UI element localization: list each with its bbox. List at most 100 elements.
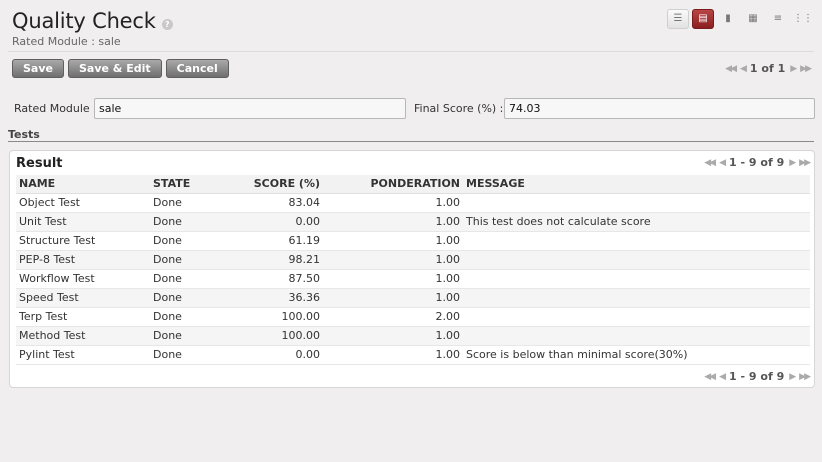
form-fields-row: Rated Module : Final Score (%) :: [0, 98, 822, 120]
list-icon: ☰: [673, 13, 683, 24]
table-row[interactable]: Unit Test Done 0.00 1.00 This test does not …: [16, 212, 810, 232]
view-switcher: ☰ ▤ ▮ ▦ ≡ ⋮⋮: [667, 9, 814, 29]
header-divider: [8, 51, 814, 52]
table-header-row: NAME STATE SCORE (%) PONDERATION MESSAGE: [16, 175, 810, 194]
page-title: Quality Check: [12, 9, 156, 33]
cell-name: Speed Test: [16, 288, 150, 308]
cell-message: [463, 307, 810, 327]
cell-state: Done: [150, 250, 214, 270]
cell-ponderation: 1.00: [323, 326, 463, 346]
kanban-view-button[interactable]: ⋮⋮: [792, 9, 814, 29]
table-row[interactable]: Terp Test Done 100.00 2.00: [16, 307, 810, 327]
rated-module-field[interactable]: [94, 98, 406, 119]
record-pager-text: 1 of 1: [749, 62, 786, 75]
prev-page-icon[interactable]: ◀: [719, 158, 726, 168]
column-header-message[interactable]: MESSAGE: [463, 175, 810, 194]
cell-state: Done: [150, 269, 214, 289]
grid-pager-bottom: ◀◀ ◀ 1 - 9 of 9 ▶ ▶▶: [704, 370, 811, 383]
table-row[interactable]: Object Test Done 83.04 1.00: [16, 193, 810, 213]
column-header-name[interactable]: NAME: [16, 175, 150, 194]
calendar-view-button[interactable]: ▦: [742, 9, 764, 29]
cell-score: 0.00: [214, 345, 323, 365]
cell-score: 36.36: [214, 288, 323, 308]
cell-state: Done: [150, 345, 214, 365]
cell-score: 0.00: [214, 212, 323, 232]
results-grid: Result ◀◀ ◀ 1 - 9 of 9 ▶ ▶▶ NAME STATE S…: [9, 150, 815, 388]
cell-message: [463, 269, 810, 289]
first-page-icon[interactable]: ◀◀: [704, 372, 716, 382]
cell-message: [463, 193, 810, 213]
grid-title: Result: [16, 156, 63, 171]
tests-section-divider: [8, 141, 814, 142]
cell-ponderation: 1.00: [323, 193, 463, 213]
cancel-button[interactable]: Cancel: [165, 59, 229, 78]
final-score-field[interactable]: [504, 98, 815, 119]
table-row[interactable]: Speed Test Done 36.36 1.00: [16, 288, 810, 308]
save-and-edit-button[interactable]: Save & Edit: [67, 59, 162, 78]
first-page-icon[interactable]: ◀◀: [725, 64, 737, 74]
next-page-icon[interactable]: ▶: [789, 372, 796, 382]
bar-chart-icon: ▮: [725, 13, 731, 24]
cell-state: Done: [150, 212, 214, 232]
cell-message: This test does not calculate score: [463, 212, 810, 232]
table-row[interactable]: Workflow Test Done 87.50 1.00: [16, 269, 810, 289]
graph-view-button[interactable]: ▮: [717, 9, 739, 29]
grid-pager-text: 1 - 9 of 9: [729, 156, 785, 169]
cell-state: Done: [150, 307, 214, 327]
cell-score: 98.21: [214, 250, 323, 270]
column-header-score[interactable]: SCORE (%): [214, 175, 323, 194]
form-toolbar: Save Save & Edit Cancel: [12, 59, 229, 78]
results-table: NAME STATE SCORE (%) PONDERATION MESSAGE…: [16, 175, 810, 365]
cell-ponderation: 1.00: [323, 250, 463, 270]
column-header-ponderation[interactable]: PONDERATION: [323, 175, 463, 194]
cell-ponderation: 1.00: [323, 345, 463, 365]
tests-section-label: Tests: [8, 128, 40, 141]
list-view-button[interactable]: ☰: [667, 9, 689, 29]
cell-ponderation: 1.00: [323, 269, 463, 289]
grid-pager-text: 1 - 9 of 9: [729, 370, 785, 383]
gantt-icon: ≡: [773, 13, 783, 24]
last-page-icon[interactable]: ▶▶: [800, 64, 812, 74]
help-icon[interactable]: ?: [161, 18, 173, 30]
page-subtitle: Rated Module : sale: [12, 35, 121, 48]
cell-message: Score is below than minimal score(30%): [463, 345, 810, 365]
table-row[interactable]: PEP-8 Test Done 98.21 1.00: [16, 250, 810, 270]
form-view-button[interactable]: ▤: [692, 9, 714, 29]
kanban-icon: ⋮⋮: [793, 13, 813, 24]
gantt-view-button[interactable]: ≡: [767, 9, 789, 29]
last-page-icon[interactable]: ▶▶: [799, 158, 811, 168]
cell-state: Done: [150, 288, 214, 308]
cell-name: Unit Test: [16, 212, 150, 232]
final-score-label: Final Score (%) :: [414, 102, 504, 115]
header: Quality Check ? Rated Module : sale: [12, 9, 173, 48]
cell-score: 87.50: [214, 269, 323, 289]
cell-name: Terp Test: [16, 307, 150, 327]
table-row[interactable]: Pylint Test Done 0.00 1.00 Score is below th…: [16, 345, 810, 365]
cell-score: 100.00: [214, 307, 323, 327]
cell-ponderation: 1.00: [323, 212, 463, 232]
prev-page-icon[interactable]: ◀: [719, 372, 726, 382]
cell-ponderation: 1.00: [323, 288, 463, 308]
column-header-state[interactable]: STATE: [150, 175, 214, 194]
last-page-icon[interactable]: ▶▶: [799, 372, 811, 382]
cell-message: [463, 250, 810, 270]
cell-name: Pylint Test: [16, 345, 150, 365]
next-page-icon[interactable]: ▶: [789, 158, 796, 168]
calendar-icon: ▦: [748, 13, 758, 24]
table-row[interactable]: Method Test Done 100.00 1.00: [16, 326, 810, 346]
rated-module-label: Rated Module :: [14, 102, 97, 115]
cell-ponderation: 2.00: [323, 307, 463, 327]
next-page-icon[interactable]: ▶: [790, 64, 797, 74]
grid-pager-top: ◀◀ ◀ 1 - 9 of 9 ▶ ▶▶: [704, 156, 811, 169]
prev-page-icon[interactable]: ◀: [740, 64, 747, 74]
cell-name: Method Test: [16, 326, 150, 346]
cell-state: Done: [150, 326, 214, 346]
cell-message: [463, 326, 810, 346]
table-row[interactable]: Structure Test Done 61.19 1.00: [16, 231, 810, 251]
cell-name: PEP-8 Test: [16, 250, 150, 270]
save-button[interactable]: Save: [12, 59, 64, 78]
first-page-icon[interactable]: ◀◀: [704, 158, 716, 168]
cell-message: [463, 231, 810, 251]
cell-state: Done: [150, 193, 214, 213]
cell-state: Done: [150, 231, 214, 251]
